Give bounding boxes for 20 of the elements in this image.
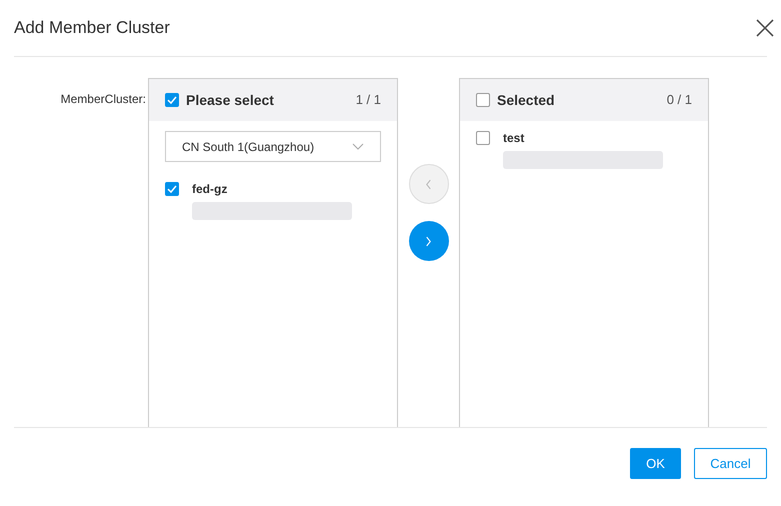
ok-button[interactable]: OK [630,448,681,479]
region-dropdown[interactable]: CN South 1(Guangzhou) [165,131,381,162]
cancel-button[interactable]: Cancel [694,448,767,479]
close-icon[interactable] [755,18,775,38]
checkbox[interactable] [165,93,179,107]
selection-count: 0 / 1 [666,91,692,110]
field-label: MemberCluster: [60,92,146,106]
panel-title: Selected [497,90,556,110]
move-button[interactable] [408,221,448,261]
cluster-name: test [503,130,526,147]
checkbox[interactable] [165,182,179,196]
checkbox[interactable] [476,93,490,107]
cluster-name: fed-gz [192,181,228,198]
panel-title: Please select [186,90,275,110]
chevron-down-icon [352,143,364,150]
selection-count: 1 / 1 [356,91,381,110]
chevron-left-icon [425,178,432,190]
dialog-title: Add Member Cluster [14,17,170,40]
checkbox[interactable] [476,131,490,145]
chevron-right-icon [425,236,432,246]
